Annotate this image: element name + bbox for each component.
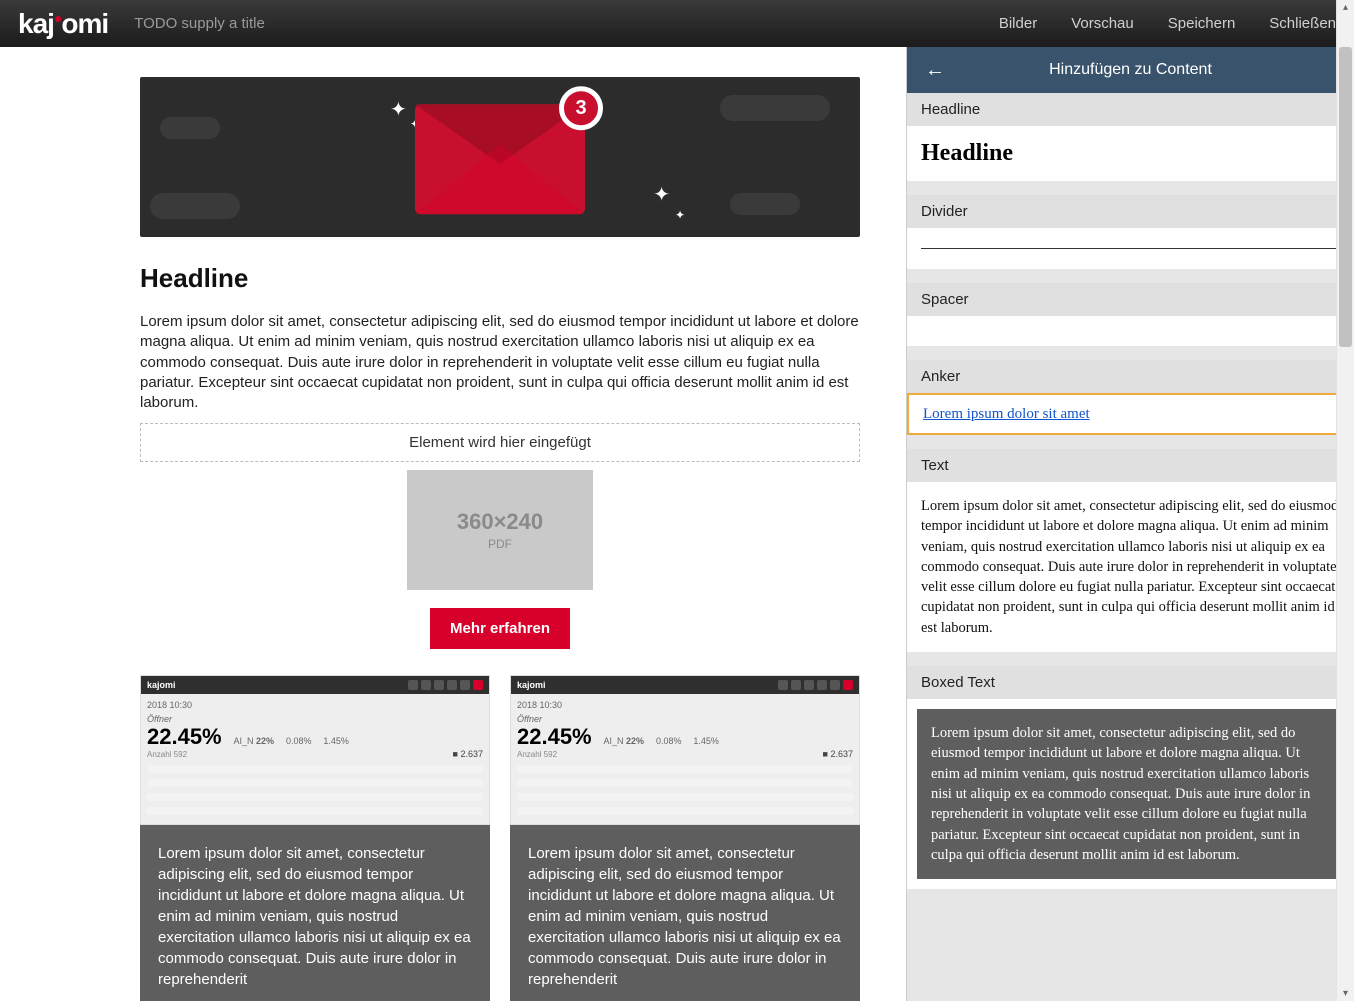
dropzone-label: Element wird hier eingefügt: [409, 434, 591, 451]
placeholder-type: PDF: [488, 537, 512, 551]
block-text[interactable]: Lorem ipsum dolor sit amet, consectetur …: [907, 482, 1354, 652]
anchor-link[interactable]: Lorem ipsum dolor sit amet: [923, 406, 1090, 422]
block-divider[interactable]: [907, 228, 1354, 269]
placeholder-dimensions: 360×240: [457, 509, 543, 535]
sparkle-icon: ✦: [390, 97, 407, 122]
back-arrow-icon[interactable]: ←: [925, 59, 945, 82]
sparkle-icon: ✦: [653, 182, 670, 207]
block-label-spacer: Spacer: [907, 283, 1354, 316]
nav-vorschau[interactable]: Vorschau: [1071, 15, 1134, 32]
block-spacer[interactable]: [907, 316, 1354, 346]
block-label-anker: Anker: [907, 360, 1354, 393]
card-left-text[interactable]: Lorem ipsum dolor sit amet, consectetur …: [140, 825, 490, 1001]
page-scrollbar[interactable]: ▴ ▾: [1336, 0, 1354, 1001]
topbar: kaj●omi TODO supply a title Bilder Vorsc…: [0, 0, 1354, 47]
cta-button[interactable]: Mehr erfahren: [430, 608, 570, 649]
block-boxed-text[interactable]: Lorem ipsum dolor sit amet, consectetur …: [907, 699, 1354, 889]
scroll-down-icon[interactable]: ▾: [1337, 988, 1354, 999]
scrollbar-thumb[interactable]: [1339, 47, 1352, 347]
editor-canvas[interactable]: ✦ ✦ ✦ ✦ 3 Headline Lorem ipsum dolor sit…: [0, 47, 906, 1001]
body-paragraph[interactable]: Lorem ipsum dolor sit amet, consectetur …: [140, 312, 860, 413]
content-blocks-panel: ← Hinzufügen zu Content Headline Headlin…: [906, 47, 1354, 1001]
nav-speichern[interactable]: Speichern: [1168, 15, 1236, 32]
app-logo: kaj●omi: [18, 8, 108, 40]
scroll-up-icon[interactable]: ▴: [1337, 2, 1354, 13]
block-label-boxed: Boxed Text: [907, 666, 1354, 699]
text-preview: Lorem ipsum dolor sit amet, consectetur …: [921, 496, 1340, 638]
sparkle-icon: ✦: [675, 208, 685, 222]
hero-image[interactable]: ✦ ✦ ✦ ✦ 3: [140, 77, 860, 237]
block-label-headline: Headline: [907, 93, 1354, 126]
notification-badge: 3: [559, 86, 603, 130]
card-right[interactable]: kajomi 2018 10:30 Öffner 22.45% AI_N 22%…: [510, 675, 860, 1001]
panel-title: Hinzufügen zu Content: [1049, 61, 1212, 79]
panel-header: ← Hinzufügen zu Content: [907, 47, 1354, 93]
panel-body[interactable]: Headline Headline Divider Spacer Anker L…: [907, 93, 1354, 1001]
envelope-icon: 3: [415, 104, 585, 214]
divider-line: [921, 248, 1340, 249]
block-label-text: Text: [907, 449, 1354, 482]
card-left[interactable]: kajomi 2018 10:30 Öffner 22.45% AI_N 22%…: [140, 675, 490, 1001]
nav-schliessen[interactable]: Schließen: [1269, 15, 1336, 32]
headline-text[interactable]: Headline: [140, 263, 860, 294]
card-left-image: kajomi 2018 10:30 Öffner 22.45% AI_N 22%…: [140, 675, 490, 825]
boxed-text-preview: Lorem ipsum dolor sit amet, consectetur …: [917, 709, 1344, 879]
block-label-divider: Divider: [907, 195, 1354, 228]
nav-bilder[interactable]: Bilder: [999, 15, 1037, 32]
headline-preview-text: Headline: [921, 140, 1340, 167]
image-placeholder[interactable]: 360×240 PDF: [407, 470, 593, 590]
element-dropzone[interactable]: Element wird hier eingefügt: [140, 423, 860, 462]
card-right-text[interactable]: Lorem ipsum dolor sit amet, consectetur …: [510, 825, 860, 1001]
block-anker[interactable]: Lorem ipsum dolor sit amet: [907, 393, 1354, 435]
page-title-placeholder: TODO supply a title: [134, 15, 265, 32]
block-headline[interactable]: Headline: [907, 126, 1354, 181]
card-right-image: kajomi 2018 10:30 Öffner 22.45% AI_N 22%…: [510, 675, 860, 825]
